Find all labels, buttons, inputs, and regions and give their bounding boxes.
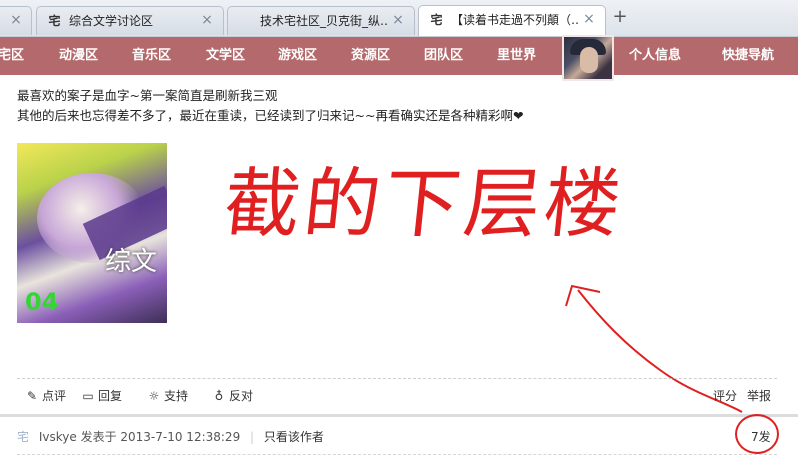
nav-item-teams[interactable]: 团队区 xyxy=(424,37,463,75)
close-icon[interactable]: × xyxy=(200,13,214,27)
close-icon[interactable]: × xyxy=(582,12,596,26)
annotation-circle xyxy=(735,414,779,454)
post-timestamp: 发表于 2013-7-10 12:38:29 xyxy=(80,430,241,444)
post-divider xyxy=(0,414,798,417)
tab-label: 技术宅社区_贝克街_纵… xyxy=(260,14,388,28)
tab-literature-forum[interactable]: 宅 综合文学讨论区 × xyxy=(36,6,224,35)
close-icon[interactable]: × xyxy=(391,13,405,27)
avatar-face xyxy=(580,47,598,73)
nav-item-resources[interactable]: 资源区 xyxy=(351,37,390,75)
image-number: 04 xyxy=(25,288,59,316)
meta-divider: | xyxy=(250,430,255,444)
browser-tab-bar: × 宅 综合文学讨论区 × 技术宅社区_贝克街_纵… × 宅 【读着书走過不列顛… xyxy=(0,0,798,37)
tab-label: 综合文学讨论区 xyxy=(69,14,154,28)
nav-item-zhai[interactable]: 宅区 xyxy=(0,37,24,75)
post-meta: 宅 Ivskye 发表于 2013-7-10 12:38:29 | 只看该作者 xyxy=(17,428,324,446)
online-status-icon: 宅 xyxy=(17,430,30,444)
rate-button[interactable]: 评分 xyxy=(713,388,737,404)
post-line-1: 最喜欢的案子是血字~第一案简直是刷新我三观 xyxy=(17,88,278,103)
post-image[interactable]: 综文 04 xyxy=(17,143,167,323)
image-caption: 综文 xyxy=(105,247,158,277)
close-icon[interactable]: × xyxy=(9,13,23,27)
post-action-bar: ✎ 点评 ▭ 回复 ☼ 支持 ♁ 反对 评分 举报 xyxy=(17,378,777,413)
nav-item-music[interactable]: 音乐区 xyxy=(132,37,171,75)
reply-label: 回复 xyxy=(98,389,123,403)
support-button[interactable]: ☼ 支持 xyxy=(147,388,188,404)
comment-label: 点评 xyxy=(42,389,67,403)
site-favicon-icon: 宅 xyxy=(48,14,61,28)
report-button[interactable]: 举报 xyxy=(747,388,771,404)
only-author-link[interactable]: 只看该作者 xyxy=(264,430,324,444)
nav-item-otherworld[interactable]: 里世界 xyxy=(497,37,536,75)
tab-partial[interactable]: × xyxy=(0,6,32,35)
comment-button[interactable]: ✎ 点评 xyxy=(25,388,66,404)
nav-item-games[interactable]: 游戏区 xyxy=(278,37,317,75)
nav-item-literature[interactable]: 文学区 xyxy=(206,37,245,75)
site-favicon-icon: 宅 xyxy=(430,13,443,27)
reply-button[interactable]: ▭ 回复 xyxy=(81,388,122,404)
author-link[interactable]: Ivskye xyxy=(39,430,77,444)
tab-label: 【读着书走過不列顛（… xyxy=(451,13,579,27)
nav-item-quick-nav[interactable]: 快捷导航 xyxy=(722,37,774,75)
oppose-button[interactable]: ♁ 反对 xyxy=(212,388,253,404)
oppose-icon: ♁ xyxy=(214,389,224,403)
site-favicon-icon xyxy=(238,14,253,28)
lightbulb-icon: ☼ xyxy=(148,389,160,403)
nav-item-anime[interactable]: 动漫区 xyxy=(59,37,98,75)
tab-tech-community[interactable]: 技术宅社区_贝克街_纵… × xyxy=(227,6,415,35)
comment-icon: ✎ xyxy=(26,389,38,403)
handwritten-annotation: 截的下层楼 xyxy=(219,159,629,248)
tab-current-thread[interactable]: 宅 【读着书走過不列顛（… × xyxy=(418,5,606,36)
oppose-label: 反对 xyxy=(229,389,254,403)
post-line-2: 其他的后来也忘得差不多了，最近在重读，已经读到了归来记~~再看确实还是各种精彩啊… xyxy=(17,108,524,123)
divider xyxy=(17,454,777,455)
site-nav-bar: 宅区 动漫区 音乐区 文学区 游戏区 资源区 团队区 里世界 个人信息 快捷导航 xyxy=(0,37,798,75)
nav-item-profile[interactable]: 个人信息 xyxy=(629,37,681,75)
reply-icon: ▭ xyxy=(82,389,94,403)
new-tab-button[interactable]: + xyxy=(610,7,630,27)
support-label: 支持 xyxy=(164,389,189,403)
user-avatar[interactable] xyxy=(562,35,614,81)
